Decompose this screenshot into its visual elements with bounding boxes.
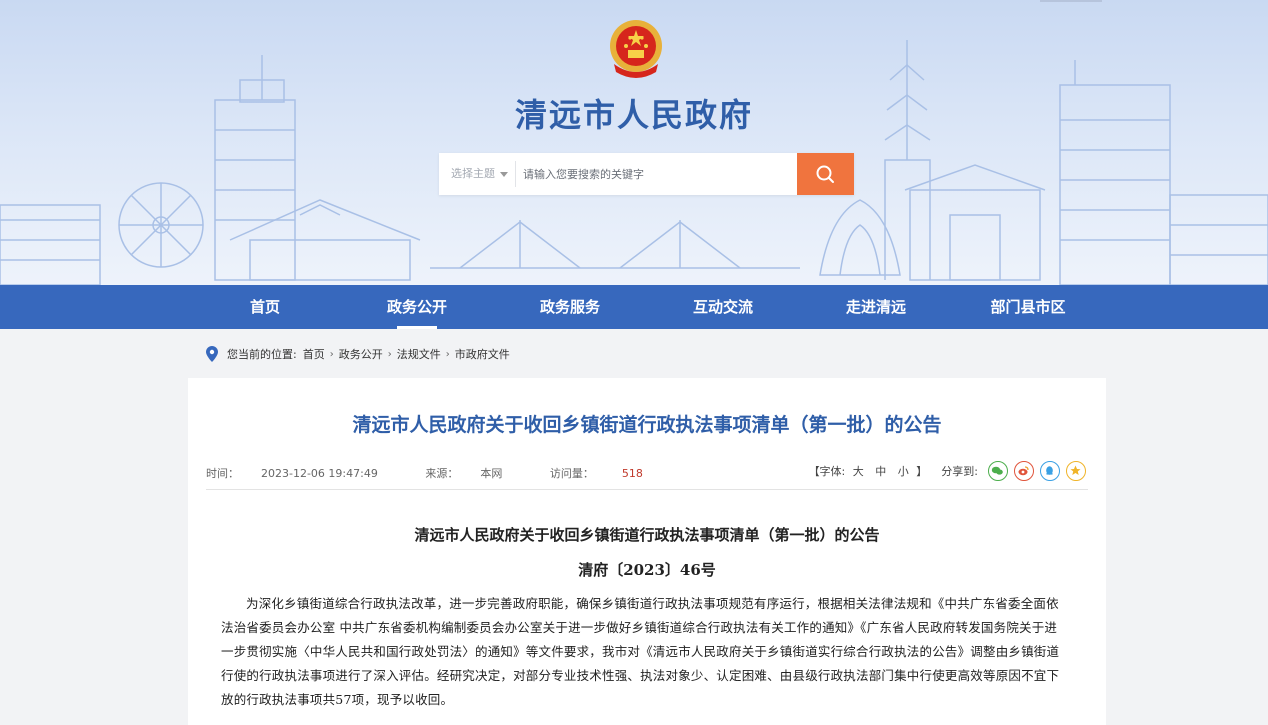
article-meta: 时间： 2023-12-06 19:47:49 来源： 本网 访问量： 518 (206, 465, 687, 481)
topic-select[interactable]: 选择主题 (439, 153, 515, 195)
source-value: 本网 (480, 467, 503, 480)
chevron-down-icon (500, 172, 508, 177)
breadcrumb-separator: › (387, 348, 392, 360)
nav-item-gov-affairs-open[interactable]: 政务公开 (357, 285, 477, 329)
breadcrumb: 您当前的位置: 首页 › 政务公开 › 法规文件 › 市政府文件 (206, 345, 510, 363)
breadcrumb-gov-affairs-open[interactable]: 政务公开 (339, 346, 383, 362)
font-size-label: 【字体: (808, 465, 846, 478)
site-title[interactable]: 清远市人民政府 (0, 90, 1268, 136)
breadcrumb-regulations[interactable]: 法规文件 (397, 346, 441, 362)
search-input[interactable] (516, 153, 796, 195)
document-title: 清远市人民政府关于收回乡镇街道行政执法事项清单（第一批）的公告 (414, 526, 880, 544)
views-label: 访问量： (549, 467, 594, 480)
nav-item-departments[interactable]: 部门县市区 (968, 285, 1088, 329)
qq-icon[interactable] (1040, 461, 1060, 481)
font-size-close: 】 (916, 465, 928, 478)
nav-item-about-qingyuan[interactable]: 走进清远 (816, 285, 936, 329)
nav-item-gov-services[interactable]: 政务服务 (510, 285, 630, 329)
publish-time: 2023-12-06 19:47:49 (261, 467, 378, 480)
breadcrumb-city-gov-docs[interactable]: 市政府文件 (455, 346, 510, 362)
breadcrumb-home[interactable]: 首页 (303, 346, 325, 362)
document-number: 清府〔2023〕46号 (578, 561, 716, 579)
favorite-icon[interactable] (1066, 461, 1086, 481)
article-tools: 【字体: 大 中 小 】 分享到: (809, 461, 1086, 481)
article-card: 清远市人民政府关于收回乡镇街道行政执法事项清单（第一批）的公告 时间： 2023-… (188, 378, 1106, 725)
breadcrumb-separator: › (445, 348, 450, 360)
search-icon (816, 165, 834, 183)
nav-item-home[interactable]: 首页 (205, 285, 325, 329)
wechat-icon[interactable] (988, 461, 1008, 481)
weibo-icon[interactable] (1014, 461, 1034, 481)
views-count: 518 (621, 467, 643, 480)
font-size-large[interactable]: 大 (853, 465, 864, 478)
header-banner: 清远市人民政府 选择主题 (0, 0, 1268, 285)
main-nav: 首页 政务公开 政务服务 互动交流 走进清远 部门县市区 (0, 285, 1268, 329)
share-label: 分享到: (941, 465, 978, 478)
location-pin-icon (206, 346, 218, 362)
article-title: 清远市人民政府关于收回乡镇街道行政执法事项清单（第一批）的公告 (352, 414, 942, 436)
breadcrumb-separator: › (329, 348, 334, 360)
nav-item-interaction[interactable]: 互动交流 (663, 285, 783, 329)
font-size-medium[interactable]: 中 (875, 465, 886, 478)
topic-select-label: 选择主题 (451, 167, 495, 180)
national-emblem-icon (610, 20, 662, 78)
document-body: 为深化乡镇街道综合行政执法改革，进一步完善政府职能，确保乡镇街道行政执法事项规范… (221, 596, 1060, 707)
font-size-switcher: 【字体: 大 中 小 】 (809, 463, 928, 479)
search-button[interactable] (797, 153, 854, 195)
breadcrumb-prefix: 您当前的位置: (227, 348, 297, 361)
meta-divider (206, 489, 1088, 490)
font-size-small[interactable]: 小 (898, 465, 909, 478)
time-label: 时间： (206, 467, 239, 480)
source-label: 来源： (425, 467, 459, 480)
search-bar: 选择主题 (439, 153, 854, 195)
